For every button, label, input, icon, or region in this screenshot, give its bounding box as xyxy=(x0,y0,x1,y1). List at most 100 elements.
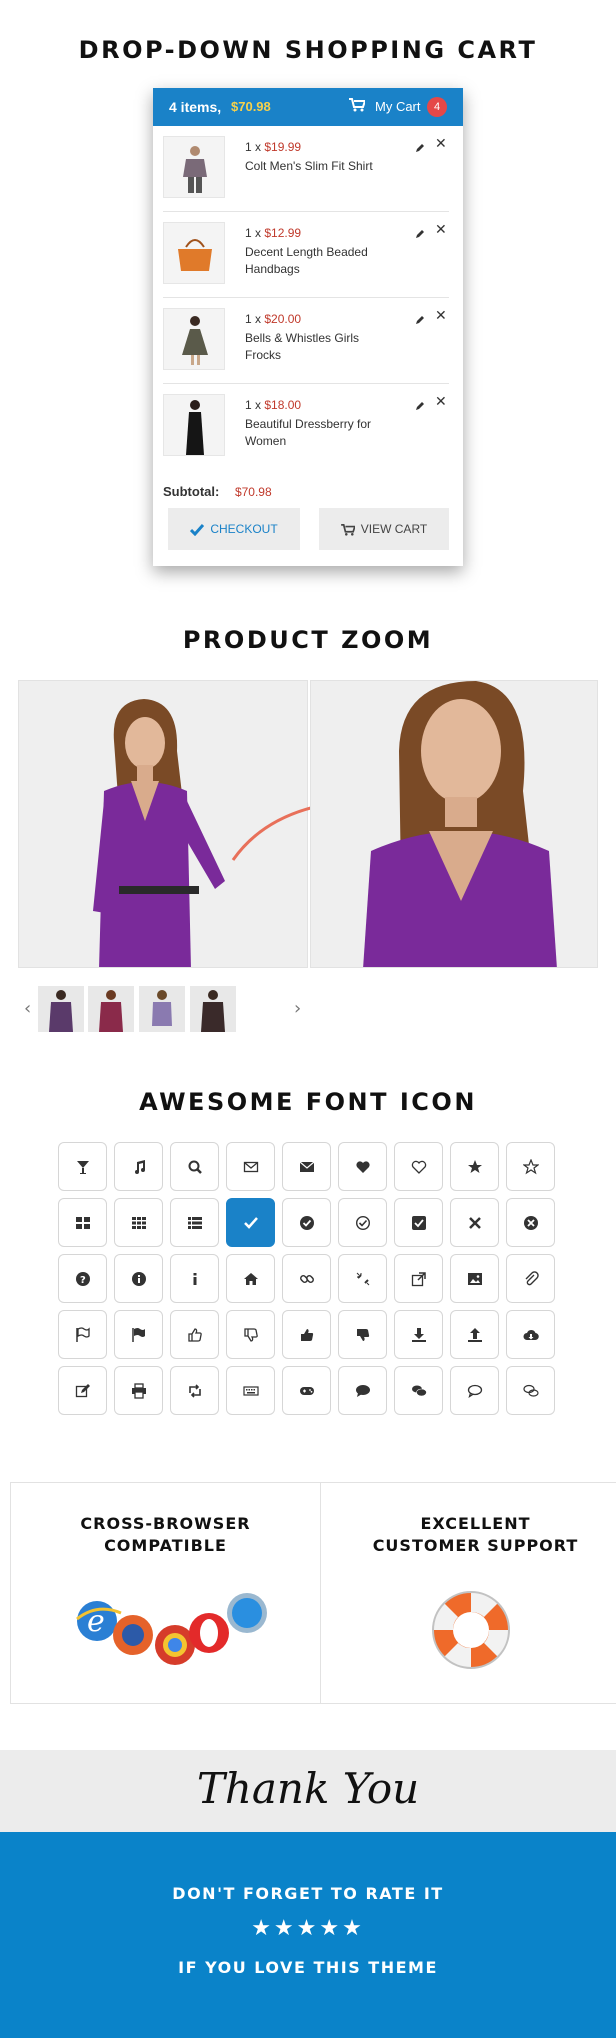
product-thumbnail[interactable] xyxy=(38,986,84,1032)
check-circle-icon[interactable] xyxy=(282,1198,331,1247)
item-qty: 1 x xyxy=(245,398,262,412)
cart-items-count: 4 items, xyxy=(169,99,222,115)
browser-logos-icon: e xyxy=(76,1593,267,1665)
paperclip-icon[interactable] xyxy=(506,1254,555,1303)
product-thumbnail[interactable] xyxy=(139,986,185,1032)
item-qty: 1 x xyxy=(245,140,262,154)
rate-band: DON'T FORGET TO RATE IT ★★★★★ IF YOU LOV… xyxy=(0,1832,616,2038)
pencil-icon[interactable] xyxy=(415,310,425,329)
cloud-download-icon[interactable] xyxy=(506,1310,555,1359)
th-list-icon[interactable] xyxy=(170,1198,219,1247)
lifebuoy-icon xyxy=(432,1591,510,1669)
comments-icon[interactable] xyxy=(394,1366,443,1415)
external-link-icon[interactable] xyxy=(394,1254,443,1303)
edit-icon[interactable] xyxy=(58,1366,107,1415)
cart-item: 1 x $12.99 Decent Length Beaded Handbags… xyxy=(163,212,449,298)
th-icon[interactable] xyxy=(114,1198,163,1247)
thank-you-band: Thank You xyxy=(0,1750,616,1832)
envelope-icon[interactable] xyxy=(282,1142,331,1191)
checkout-button[interactable]: CHECKOUT xyxy=(168,508,300,550)
close-icon[interactable]: ✕ xyxy=(435,136,447,152)
my-cart-label[interactable]: My Cart xyxy=(375,99,421,114)
download-icon[interactable] xyxy=(394,1310,443,1359)
picture-icon[interactable] xyxy=(450,1254,499,1303)
flag-o-icon[interactable] xyxy=(58,1310,107,1359)
zoom-section-title: PRODUCT ZOOM xyxy=(182,626,434,654)
link-icon[interactable] xyxy=(282,1254,331,1303)
cart-icon xyxy=(340,522,361,536)
comment-icon[interactable] xyxy=(338,1366,387,1415)
product-thumb-dress[interactable] xyxy=(163,394,225,456)
info-icon[interactable] xyxy=(170,1254,219,1303)
thumbs-o-up-icon[interactable] xyxy=(170,1310,219,1359)
love-theme-text: IF YOU LOVE THIS THEME xyxy=(178,1958,438,1977)
svg-text:?: ? xyxy=(80,1275,86,1286)
product-image-zoomed xyxy=(310,680,598,968)
view-cart-label: VIEW CART xyxy=(360,522,428,536)
item-name[interactable]: Bells & Whistles Girls Frocks xyxy=(245,330,395,364)
comments-o-icon[interactable] xyxy=(506,1366,555,1415)
question-circle-icon[interactable]: ? xyxy=(58,1254,107,1303)
cart-icon xyxy=(349,98,367,115)
star-icon[interactable] xyxy=(450,1142,499,1191)
heart-icon[interactable] xyxy=(338,1142,387,1191)
thumbs-down-icon[interactable] xyxy=(338,1310,387,1359)
cart-subtotal: Subtotal: $70.98 xyxy=(163,484,272,499)
thumb-prev-arrow[interactable]: ‹ xyxy=(24,998,31,1019)
cart-header-total: $70.98 xyxy=(231,99,271,114)
pencil-icon[interactable] xyxy=(415,224,425,243)
product-thumbnail[interactable] xyxy=(88,986,134,1032)
icons-section-title: AWESOME FONT ICON xyxy=(139,1088,477,1116)
pencil-icon[interactable] xyxy=(415,396,425,415)
feature-customer-support: EXCELLENT CUSTOMER SUPPORT xyxy=(320,1482,616,1704)
gamepad-icon[interactable] xyxy=(282,1366,331,1415)
times-circle-icon[interactable] xyxy=(506,1198,555,1247)
item-price: $12.99 xyxy=(264,226,302,240)
retweet-icon[interactable] xyxy=(170,1366,219,1415)
thumb-next-arrow[interactable]: › xyxy=(294,998,301,1019)
star-o-icon[interactable] xyxy=(506,1142,555,1191)
rating-stars[interactable]: ★★★★★ xyxy=(0,1916,616,1941)
close-icon[interactable]: ✕ xyxy=(435,222,447,238)
product-thumb-shirt[interactable] xyxy=(163,136,225,198)
times-icon[interactable] xyxy=(450,1198,499,1247)
check-circle-o-icon[interactable] xyxy=(338,1198,387,1247)
glass-icon[interactable] xyxy=(58,1142,107,1191)
home-icon[interactable] xyxy=(226,1254,275,1303)
envelope-o-icon[interactable] xyxy=(226,1142,275,1191)
item-price: $18.00 xyxy=(264,398,302,412)
feature-title-line: CROSS-BROWSER xyxy=(80,1514,251,1533)
product-thumb-handbag[interactable] xyxy=(163,222,225,284)
item-name[interactable]: Decent Length Beaded Handbags xyxy=(245,244,395,278)
flag-checkered-icon[interactable] xyxy=(114,1310,163,1359)
heart-o-icon[interactable] xyxy=(394,1142,443,1191)
thumbs-o-down-icon[interactable] xyxy=(226,1310,275,1359)
th-large-icon[interactable] xyxy=(58,1198,107,1247)
comment-o-icon[interactable] xyxy=(450,1366,499,1415)
search-icon[interactable] xyxy=(170,1142,219,1191)
music-icon[interactable] xyxy=(114,1142,163,1191)
unlink-icon[interactable] xyxy=(338,1254,387,1303)
keyboard-icon[interactable] xyxy=(226,1366,275,1415)
rate-reminder: DON'T FORGET TO RATE IT xyxy=(172,1884,444,1903)
thumbs-up-icon[interactable] xyxy=(282,1310,331,1359)
feature-title-line: CUSTOMER SUPPORT xyxy=(372,1536,579,1555)
item-price: $19.99 xyxy=(264,140,302,154)
item-price: $20.00 xyxy=(264,312,302,326)
check-icon[interactable] xyxy=(226,1198,275,1247)
view-cart-button[interactable]: VIEW CART xyxy=(319,508,449,550)
upload-icon[interactable] xyxy=(450,1310,499,1359)
info-circle-icon[interactable] xyxy=(114,1254,163,1303)
print-icon[interactable] xyxy=(114,1366,163,1415)
product-thumbnail[interactable] xyxy=(190,986,236,1032)
item-name[interactable]: Colt Men's Slim Fit Shirt xyxy=(245,158,395,175)
close-icon[interactable]: ✕ xyxy=(435,394,447,410)
subtotal-label: Subtotal: xyxy=(163,484,220,499)
feature-title-line: COMPATIBLE xyxy=(104,1536,227,1555)
check-square-icon[interactable] xyxy=(394,1198,443,1247)
item-name[interactable]: Beautiful Dressberry for Women xyxy=(245,416,395,450)
cart-header[interactable]: 4 items, $70.98 My Cart 4 xyxy=(153,88,463,126)
product-thumb-frock[interactable] xyxy=(163,308,225,370)
close-icon[interactable]: ✕ xyxy=(435,308,447,324)
pencil-icon[interactable] xyxy=(415,138,425,157)
